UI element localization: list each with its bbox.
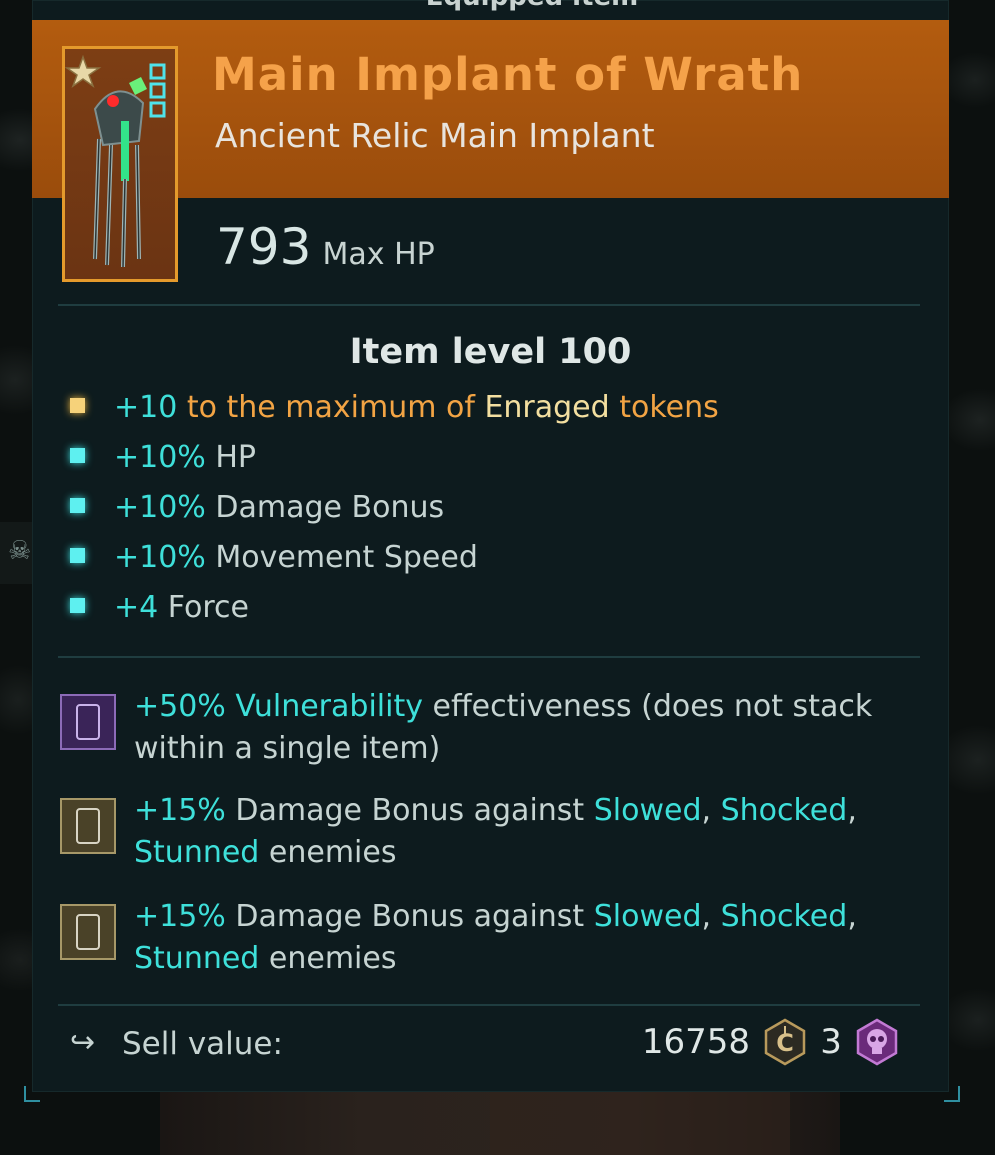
side-tab[interactable]: ☠: [0, 522, 33, 584]
sell-arrow-icon: ↪: [70, 1025, 96, 1060]
skull-tab-icon: ☠: [8, 536, 32, 566]
divider: [58, 656, 920, 658]
augment-text: +50% Vulnerability effectiveness (does n…: [134, 689, 873, 766]
purple-skull-coin-icon: [856, 1018, 898, 1066]
bullet-cyan-icon: [70, 448, 85, 463]
credits-coin-icon: C: [764, 1018, 806, 1066]
mod-line: +10% Damage Bonus: [70, 490, 444, 525]
frame-corner: [24, 1086, 40, 1102]
credits-amount: 16758: [641, 1022, 751, 1062]
stat-label: Max HP: [322, 237, 435, 272]
item-type: Ancient Relic Main Implant: [215, 116, 655, 155]
skull-amount: 3: [820, 1022, 842, 1062]
mod-line: +10 to the maximum of Enraged tokens: [70, 390, 719, 425]
bullet-cyan-icon: [70, 498, 85, 513]
background-floor: [160, 1092, 840, 1155]
bullet-cyan-icon: [70, 598, 85, 613]
item-tooltip: Equipped item Main Implant of Wrath Anci…: [32, 0, 949, 1092]
item-level: Item level 100: [349, 332, 632, 372]
stat-value: 793: [216, 218, 312, 276]
divider: [58, 304, 920, 306]
sell-label: Sell value:: [122, 1026, 283, 1062]
item-name: Main Implant of Wrath: [212, 48, 804, 101]
mod-line: +10% HP: [70, 440, 256, 475]
tan-rune-icon: [60, 904, 116, 960]
tan-rune-icon: [60, 798, 116, 854]
divider: [58, 1004, 920, 1006]
mod-line: +10% Movement Speed: [70, 540, 478, 575]
augment-text: +15% Damage Bonus against Slowed, Shocke…: [134, 793, 857, 870]
bullet-cyan-icon: [70, 548, 85, 563]
purple-rune-icon: [60, 694, 116, 750]
tooltip-caption: Equipped item: [332, 0, 732, 12]
sell-values: 16758 C 3: [642, 1018, 907, 1072]
primary-stat: 793 Max HP: [216, 218, 435, 276]
frame-corner: [944, 1086, 960, 1102]
bullet-gold-icon: [70, 398, 85, 413]
augment-text: +15% Damage Bonus against Slowed, Shocke…: [134, 899, 857, 976]
implant-icon: [62, 46, 178, 282]
mod-line: +4 Force: [70, 590, 249, 625]
